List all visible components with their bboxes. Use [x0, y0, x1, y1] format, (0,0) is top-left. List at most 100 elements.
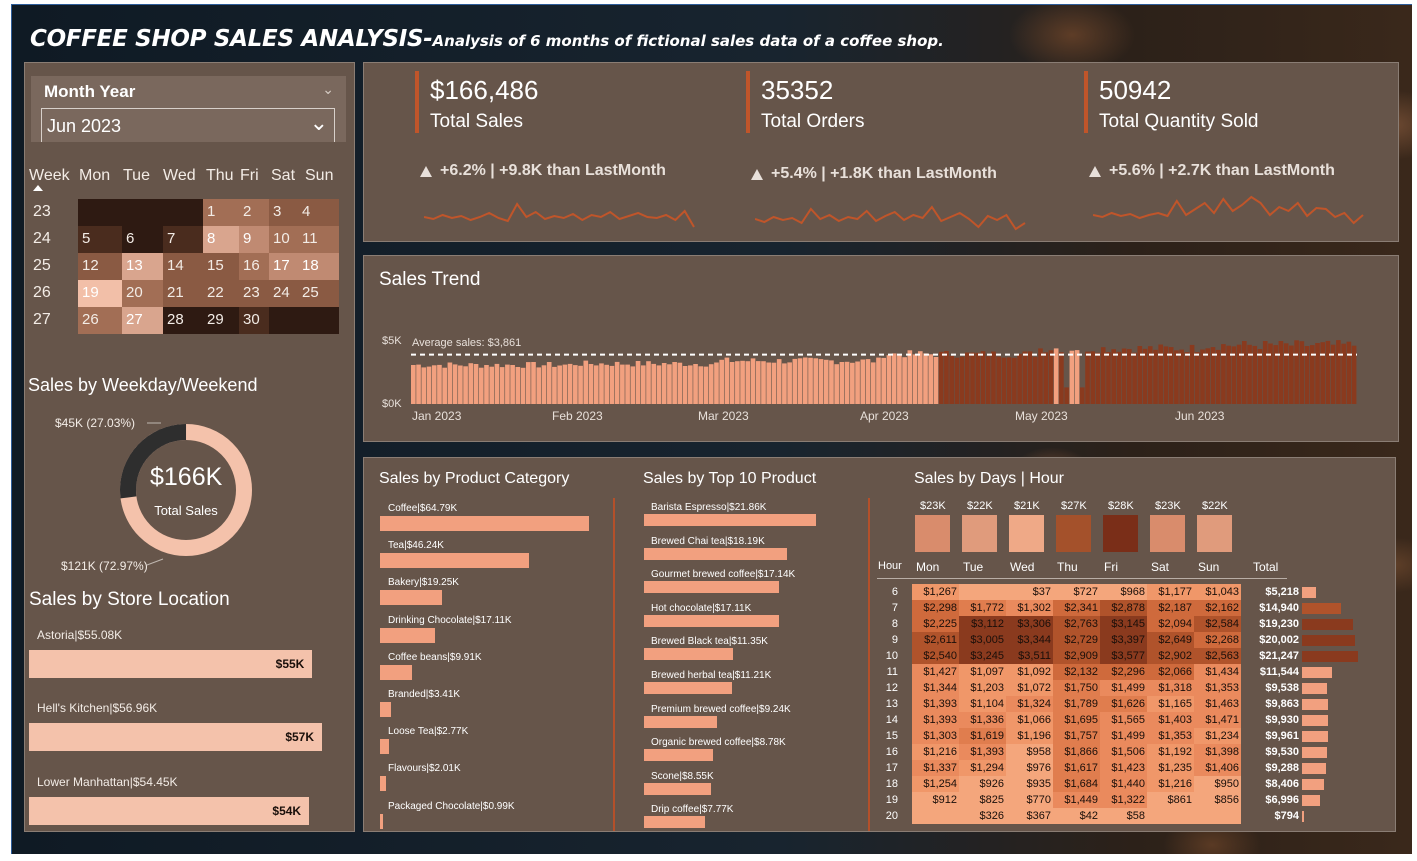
- trend-bar[interactable]: [907, 350, 913, 404]
- trend-bar[interactable]: [478, 367, 484, 404]
- trend-bar[interactable]: [1242, 341, 1247, 404]
- heatmap-cell[interactable]: $1,267: [912, 584, 959, 600]
- product-bar[interactable]: [644, 816, 706, 829]
- trend-bar[interactable]: [1095, 352, 1101, 404]
- calendar-day-cell[interactable]: 26: [78, 307, 122, 334]
- heatmap-cell[interactable]: $1,337: [912, 760, 959, 776]
- trend-bar[interactable]: [860, 359, 866, 405]
- heatmap-cell[interactable]: [912, 808, 959, 824]
- heatmap-cell[interactable]: $2,878: [1100, 600, 1147, 616]
- store-bar[interactable]: $55K: [29, 650, 313, 678]
- trend-bar[interactable]: [1200, 349, 1205, 405]
- heatmap-cell[interactable]: $1,750: [1053, 680, 1100, 696]
- trend-bar[interactable]: [996, 356, 1001, 404]
- heatmap-cell[interactable]: $825: [959, 792, 1006, 808]
- trend-bar[interactable]: [876, 357, 881, 404]
- heatmap-cell[interactable]: $3,245: [959, 648, 1006, 664]
- hour-total-bar[interactable]: [1302, 795, 1321, 806]
- heatmap-cell[interactable]: $1,423: [1100, 760, 1147, 776]
- heatmap-cell[interactable]: $1,192: [1147, 744, 1194, 760]
- heatmap-cell[interactable]: $58: [1100, 808, 1147, 824]
- store-bar[interactable]: $57K: [29, 723, 322, 751]
- heatmap-cell[interactable]: [1194, 808, 1241, 824]
- trend-bar[interactable]: [1257, 349, 1263, 404]
- trend-bar[interactable]: [609, 365, 615, 404]
- heatmap-cell[interactable]: $3,306: [1006, 616, 1053, 632]
- heatmap-cell[interactable]: $935: [1006, 776, 1053, 792]
- product-bar[interactable]: [644, 715, 717, 728]
- heatmap-cell[interactable]: $1,449: [1053, 792, 1100, 808]
- trend-bar[interactable]: [1085, 351, 1090, 404]
- trend-bar[interactable]: [411, 365, 416, 404]
- heatmap-cell[interactable]: $3,577: [1100, 648, 1147, 664]
- heatmap-cell[interactable]: $1,499: [1100, 728, 1147, 744]
- trend-bar[interactable]: [630, 366, 636, 404]
- calendar-day-cell[interactable]: 11: [298, 226, 339, 253]
- trend-bar[interactable]: [1315, 343, 1320, 404]
- trend-bar[interactable]: [1174, 350, 1179, 404]
- trend-bar[interactable]: [667, 364, 672, 404]
- heatmap-cell[interactable]: $1,294: [959, 760, 1006, 776]
- trend-bar[interactable]: [991, 351, 996, 405]
- heatmap-cell[interactable]: $1,393: [912, 696, 959, 712]
- trend-bar[interactable]: [531, 362, 536, 404]
- calendar-day-cell[interactable]: 16: [239, 253, 269, 280]
- heatmap-cell[interactable]: $770: [1006, 792, 1053, 808]
- heatmap-cell[interactable]: $1,565: [1100, 712, 1147, 728]
- trend-bar[interactable]: [891, 353, 897, 404]
- trend-bar[interactable]: [1032, 356, 1038, 404]
- calendar-day-cell[interactable]: 21: [163, 280, 203, 307]
- trend-bar[interactable]: [1189, 344, 1195, 404]
- heatmap-cell[interactable]: $2,729: [1053, 632, 1100, 648]
- trend-bar[interactable]: [484, 365, 489, 404]
- calendar-day-cell[interactable]: 20: [122, 280, 163, 307]
- heatmap-cell[interactable]: $2,298: [912, 600, 959, 616]
- trend-bar[interactable]: [688, 365, 693, 404]
- day-total-box[interactable]: [1150, 515, 1185, 552]
- heatmap-cell[interactable]: $912: [912, 792, 959, 808]
- trend-bar[interactable]: [656, 365, 662, 404]
- category-bar[interactable]: [380, 664, 412, 680]
- heatmap-cell[interactable]: $2,225: [912, 616, 959, 632]
- trend-bar[interactable]: [1038, 348, 1043, 404]
- trend-bar[interactable]: [1210, 347, 1216, 404]
- product-bar[interactable]: [644, 682, 733, 694]
- trend-bar[interactable]: [520, 367, 526, 404]
- heatmap-cell[interactable]: $1,092: [1006, 664, 1053, 680]
- trend-bar[interactable]: [1064, 387, 1069, 404]
- heatmap-cell[interactable]: $1,463: [1194, 696, 1241, 712]
- hour-total-bar[interactable]: [1302, 811, 1305, 822]
- heatmap-cell[interactable]: $1,104: [959, 696, 1006, 712]
- trend-bar[interactable]: [829, 360, 834, 404]
- heatmap-cell[interactable]: $950: [1194, 776, 1241, 792]
- hour-total-bar[interactable]: [1302, 587, 1316, 598]
- category-bar[interactable]: [380, 776, 387, 792]
- trend-bar[interactable]: [1215, 349, 1221, 404]
- day-total-box[interactable]: [1103, 515, 1138, 552]
- trend-bar[interactable]: [897, 354, 902, 405]
- heatmap-cell[interactable]: $1,216: [912, 744, 959, 760]
- trend-bar[interactable]: [970, 352, 975, 404]
- heatmap-cell[interactable]: $1,353: [1147, 728, 1194, 744]
- trend-bar[interactable]: [682, 366, 688, 404]
- trend-bar[interactable]: [567, 363, 573, 404]
- hour-total-bar[interactable]: [1302, 635, 1355, 646]
- heatmap-cell[interactable]: [959, 584, 1006, 600]
- calendar-day-cell[interactable]: 2: [239, 199, 269, 226]
- heatmap-cell[interactable]: $1,318: [1147, 680, 1194, 696]
- trend-bar[interactable]: [1283, 343, 1289, 404]
- hour-total-bar[interactable]: [1302, 779, 1325, 790]
- chevron-down-icon[interactable]: ⌄: [310, 111, 328, 136]
- heatmap-cell[interactable]: $2,649: [1147, 632, 1194, 648]
- heatmap-cell[interactable]: $3,112: [959, 616, 1006, 632]
- calendar-day-cell[interactable]: 29: [203, 307, 239, 334]
- heatmap-cell[interactable]: $367: [1006, 808, 1053, 824]
- trend-bar[interactable]: [1236, 344, 1242, 404]
- trend-bar[interactable]: [928, 354, 934, 404]
- slicer-dropdown[interactable]: Jun 2023 ⌄: [41, 108, 335, 142]
- calendar-day-cell[interactable]: 27: [122, 307, 163, 334]
- trend-bar[interactable]: [1351, 345, 1357, 404]
- trend-bar[interactable]: [740, 360, 745, 404]
- trend-bar[interactable]: [625, 364, 630, 404]
- trend-bar[interactable]: [933, 357, 939, 404]
